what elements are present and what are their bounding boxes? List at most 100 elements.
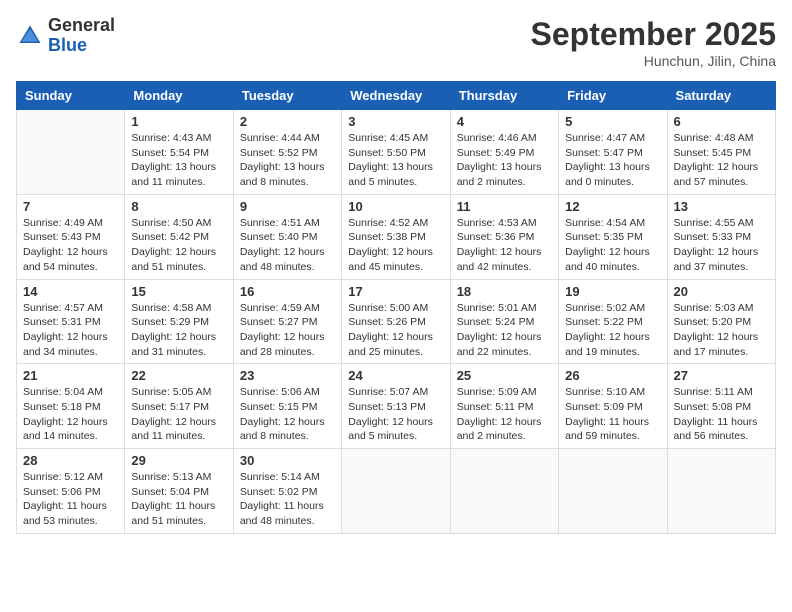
day-detail: Sunrise: 4:49 AMSunset: 5:43 PMDaylight:… bbox=[23, 216, 118, 275]
day-detail: Sunrise: 5:07 AMSunset: 5:13 PMDaylight:… bbox=[348, 385, 443, 444]
day-detail: Sunrise: 5:11 AMSunset: 5:08 PMDaylight:… bbox=[674, 385, 769, 444]
day-detail: Sunrise: 4:43 AMSunset: 5:54 PMDaylight:… bbox=[131, 131, 226, 190]
day-detail: Sunrise: 4:54 AMSunset: 5:35 PMDaylight:… bbox=[565, 216, 660, 275]
day-detail: Sunrise: 5:03 AMSunset: 5:20 PMDaylight:… bbox=[674, 301, 769, 360]
day-detail: Sunrise: 5:02 AMSunset: 5:22 PMDaylight:… bbox=[565, 301, 660, 360]
day-cell: 27 Sunrise: 5:11 AMSunset: 5:08 PMDayligh… bbox=[667, 364, 775, 449]
day-cell: 23 Sunrise: 5:06 AMSunset: 5:15 PMDayligh… bbox=[233, 364, 341, 449]
day-cell: 18Sunrise: 5:01 AMSunset: 5:24 PMDayligh… bbox=[450, 279, 558, 364]
day-detail: Sunrise: 4:50 AMSunset: 5:42 PMDaylight:… bbox=[131, 216, 226, 275]
day-detail: Sunrise: 4:59 AMSunset: 5:27 PMDaylight:… bbox=[240, 301, 335, 360]
day-number: 23 bbox=[240, 368, 335, 383]
day-cell: 4Sunrise: 4:46 AMSunset: 5:49 PMDaylight… bbox=[450, 110, 558, 195]
day-cell: 26Sunrise: 5:10 AMSunset: 5:09 PMDayligh… bbox=[559, 364, 667, 449]
day-cell: 25Sunrise: 5:09 AMSunset: 5:11 PMDayligh… bbox=[450, 364, 558, 449]
day-cell: 21Sunrise: 5:04 AMSunset: 5:18 PMDayligh… bbox=[17, 364, 125, 449]
day-cell bbox=[667, 449, 775, 534]
day-detail: Sunrise: 5:13 AMSunset: 5:04 PMDaylight:… bbox=[131, 470, 226, 529]
day-number: 11 bbox=[457, 199, 552, 214]
day-detail: Sunrise: 5:06 AMSunset: 5:15 PMDaylight:… bbox=[240, 385, 335, 444]
day-detail: Sunrise: 4:51 AMSunset: 5:40 PMDaylight:… bbox=[240, 216, 335, 275]
day-cell: 2 Sunrise: 4:44 AMSunset: 5:52 PMDaylight… bbox=[233, 110, 341, 195]
day-number: 5 bbox=[565, 114, 660, 129]
day-detail: Sunrise: 5:00 AMSunset: 5:26 PMDaylight:… bbox=[348, 301, 443, 360]
day-number: 2 bbox=[240, 114, 335, 129]
day-number: 9 bbox=[240, 199, 335, 214]
day-cell: 12 Sunrise: 4:54 AMSunset: 5:35 PMDayligh… bbox=[559, 194, 667, 279]
day-cell: 20 Sunrise: 5:03 AMSunset: 5:20 PMDayligh… bbox=[667, 279, 775, 364]
logo-blue: Blue bbox=[48, 36, 115, 56]
day-detail: Sunrise: 5:01 AMSunset: 5:24 PMDaylight:… bbox=[457, 301, 552, 360]
day-number: 7 bbox=[23, 199, 118, 214]
day-detail: Sunrise: 4:47 AMSunset: 5:47 PMDaylight:… bbox=[565, 131, 660, 190]
day-number: 12 bbox=[565, 199, 660, 214]
day-cell bbox=[450, 449, 558, 534]
day-number: 16 bbox=[240, 284, 335, 299]
day-cell: 14 Sunrise: 4:57 AMSunset: 5:31 PMDayligh… bbox=[17, 279, 125, 364]
day-number: 20 bbox=[674, 284, 769, 299]
col-header-wednesday: Wednesday bbox=[342, 82, 450, 110]
day-detail: Sunrise: 4:44 AMSunset: 5:52 PMDaylight:… bbox=[240, 131, 335, 190]
day-number: 17 bbox=[348, 284, 443, 299]
day-cell: 29Sunrise: 5:13 AMSunset: 5:04 PMDayligh… bbox=[125, 449, 233, 534]
day-number: 10 bbox=[348, 199, 443, 214]
day-detail: Sunrise: 4:46 AMSunset: 5:49 PMDaylight:… bbox=[457, 131, 552, 190]
day-number: 14 bbox=[23, 284, 118, 299]
col-header-sunday: Sunday bbox=[17, 82, 125, 110]
day-detail: Sunrise: 4:53 AMSunset: 5:36 PMDaylight:… bbox=[457, 216, 552, 275]
title-area: September 2025 Hunchun, Jilin, China bbox=[531, 16, 776, 69]
day-detail: Sunrise: 5:10 AMSunset: 5:09 PMDaylight:… bbox=[565, 385, 660, 444]
day-cell: 28 Sunrise: 5:12 AMSunset: 5:06 PMDayligh… bbox=[17, 449, 125, 534]
week-row-4: 21Sunrise: 5:04 AMSunset: 5:18 PMDayligh… bbox=[17, 364, 776, 449]
day-number: 3 bbox=[348, 114, 443, 129]
day-detail: Sunrise: 5:05 AMSunset: 5:17 PMDaylight:… bbox=[131, 385, 226, 444]
day-cell: 10 Sunrise: 4:52 AMSunset: 5:38 PMDayligh… bbox=[342, 194, 450, 279]
day-cell: 8 Sunrise: 4:50 AMSunset: 5:42 PMDaylight… bbox=[125, 194, 233, 279]
day-detail: Sunrise: 4:52 AMSunset: 5:38 PMDaylight:… bbox=[348, 216, 443, 275]
day-detail: Sunrise: 4:48 AMSunset: 5:45 PMDaylight:… bbox=[674, 131, 769, 190]
logo: General Blue bbox=[16, 16, 115, 56]
calendar: SundayMondayTuesdayWednesdayThursdayFrid… bbox=[16, 81, 776, 534]
day-cell: 9 Sunrise: 4:51 AMSunset: 5:40 PMDaylight… bbox=[233, 194, 341, 279]
col-header-thursday: Thursday bbox=[450, 82, 558, 110]
month-title: September 2025 bbox=[531, 16, 776, 53]
day-number: 1 bbox=[131, 114, 226, 129]
day-detail: Sunrise: 5:09 AMSunset: 5:11 PMDaylight:… bbox=[457, 385, 552, 444]
day-number: 6 bbox=[674, 114, 769, 129]
day-cell: 5 Sunrise: 4:47 AMSunset: 5:47 PMDaylight… bbox=[559, 110, 667, 195]
day-cell: 3 Sunrise: 4:45 AMSunset: 5:50 PMDaylight… bbox=[342, 110, 450, 195]
day-number: 22 bbox=[131, 368, 226, 383]
day-detail: Sunrise: 5:12 AMSunset: 5:06 PMDaylight:… bbox=[23, 470, 118, 529]
day-number: 24 bbox=[348, 368, 443, 383]
day-number: 21 bbox=[23, 368, 118, 383]
day-detail: Sunrise: 4:58 AMSunset: 5:29 PMDaylight:… bbox=[131, 301, 226, 360]
day-number: 19 bbox=[565, 284, 660, 299]
logo-text: General Blue bbox=[48, 16, 115, 56]
day-number: 28 bbox=[23, 453, 118, 468]
logo-icon bbox=[16, 22, 44, 50]
logo-general: General bbox=[48, 16, 115, 36]
week-row-1: 1 Sunrise: 4:43 AMSunset: 5:54 PMDaylight… bbox=[17, 110, 776, 195]
day-number: 27 bbox=[674, 368, 769, 383]
day-cell: 15Sunrise: 4:58 AMSunset: 5:29 PMDayligh… bbox=[125, 279, 233, 364]
day-cell: 13Sunrise: 4:55 AMSunset: 5:33 PMDayligh… bbox=[667, 194, 775, 279]
header: General Blue September 2025 Hunchun, Jil… bbox=[16, 16, 776, 69]
day-detail: Sunrise: 5:14 AMSunset: 5:02 PMDaylight:… bbox=[240, 470, 335, 529]
day-cell: 11 Sunrise: 4:53 AMSunset: 5:36 PMDayligh… bbox=[450, 194, 558, 279]
day-number: 8 bbox=[131, 199, 226, 214]
day-number: 30 bbox=[240, 453, 335, 468]
day-cell: 24 Sunrise: 5:07 AMSunset: 5:13 PMDayligh… bbox=[342, 364, 450, 449]
week-row-2: 7 Sunrise: 4:49 AMSunset: 5:43 PMDaylight… bbox=[17, 194, 776, 279]
location: Hunchun, Jilin, China bbox=[531, 53, 776, 69]
col-header-saturday: Saturday bbox=[667, 82, 775, 110]
col-header-friday: Friday bbox=[559, 82, 667, 110]
day-cell: 22 Sunrise: 5:05 AMSunset: 5:17 PMDayligh… bbox=[125, 364, 233, 449]
day-number: 13 bbox=[674, 199, 769, 214]
week-row-3: 14 Sunrise: 4:57 AMSunset: 5:31 PMDayligh… bbox=[17, 279, 776, 364]
day-detail: Sunrise: 4:45 AMSunset: 5:50 PMDaylight:… bbox=[348, 131, 443, 190]
day-detail: Sunrise: 4:57 AMSunset: 5:31 PMDaylight:… bbox=[23, 301, 118, 360]
day-cell: 7 Sunrise: 4:49 AMSunset: 5:43 PMDaylight… bbox=[17, 194, 125, 279]
day-cell: 16 Sunrise: 4:59 AMSunset: 5:27 PMDayligh… bbox=[233, 279, 341, 364]
day-cell: 17 Sunrise: 5:00 AMSunset: 5:26 PMDayligh… bbox=[342, 279, 450, 364]
day-cell: 19 Sunrise: 5:02 AMSunset: 5:22 PMDayligh… bbox=[559, 279, 667, 364]
